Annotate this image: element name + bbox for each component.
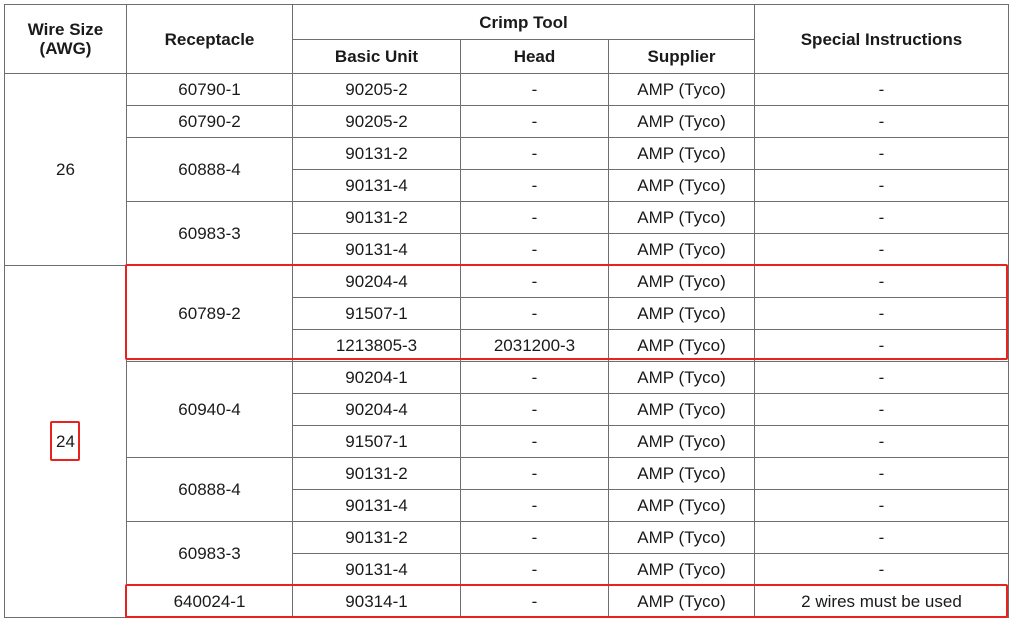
receptacle-cell: 640024-1 — [126, 585, 293, 618]
table-row: 60940-4 90204-1- AMP (Tyco) - — [5, 361, 1009, 458]
table-body: 26 60790-1 90205-2- AMP (Tyco) -60790-2 90205… — [4, 73, 1009, 618]
table-row: 640024-1 90314-1- AMP (Tyco) 2 wires must b… — [5, 585, 1009, 618]
special-instructions-cell: - — [754, 297, 1009, 330]
receptacle-cell: 60790-2 — [126, 105, 293, 138]
basic-unit-cell: 90131-2 — [292, 457, 461, 490]
receptacle-cell: 60940-4 — [126, 361, 293, 458]
supplier-cell: AMP (Tyco) — [608, 361, 755, 394]
receptacle-cell: 60888-4 — [126, 457, 293, 522]
basic-unit-cell: 90131-4 — [292, 489, 461, 522]
table-row: 60983-3 90131-2- AMP (Tyco) - — [5, 521, 1009, 586]
head-cell: - — [460, 201, 609, 234]
receptacle-cell: 60983-3 — [126, 521, 293, 586]
receptacle-cell: 60789-2 — [126, 265, 293, 362]
basic-unit-cell: 90204-4 — [292, 265, 461, 298]
special-instructions-cell: - — [754, 393, 1009, 426]
basic-unit-cell: 91507-1 — [292, 297, 461, 330]
special-instructions-cell: - — [754, 105, 1009, 138]
head-cell: - — [460, 425, 609, 458]
special-instructions-cell: - — [754, 265, 1009, 298]
head-cell: - — [460, 361, 609, 394]
basic-unit-cell: 90204-1 — [292, 361, 461, 394]
supplier-cell: AMP (Tyco) — [608, 297, 755, 330]
special-instructions-cell: - — [754, 457, 1009, 490]
head-cell: - — [460, 393, 609, 426]
head-cell: - — [460, 137, 609, 170]
table-row: 60983-3 90131-2- AMP (Tyco) - — [5, 201, 1009, 266]
supplier-cell: AMP (Tyco) — [608, 393, 755, 426]
special-instructions-cell: - — [754, 361, 1009, 394]
supplier-cell: AMP (Tyco) — [608, 521, 755, 554]
supplier-cell: AMP (Tyco) — [608, 489, 755, 522]
supplier-cell: AMP (Tyco) — [608, 169, 755, 202]
table-row: 60790-2 90205-2- AMP (Tyco) - — [5, 105, 1009, 138]
supplier-cell: AMP (Tyco) — [608, 425, 755, 458]
head-cell: - — [460, 553, 609, 586]
table-row: 24 60789-2 90204-4- AMP (Tyco) - — [4, 265, 1009, 618]
basic-unit-cell: 90131-2 — [292, 137, 461, 170]
head-cell: - — [460, 521, 609, 554]
receptacle-cell: 60983-3 — [126, 201, 293, 266]
wire-size-cell: 24 — [4, 265, 127, 618]
basic-unit-cell: 1213805-3 — [292, 329, 461, 362]
head-cell: - — [460, 265, 609, 298]
head-cell: 2031200-3 — [460, 329, 609, 362]
head-cell: - — [460, 169, 609, 202]
receptacle-header: Receptacle — [126, 4, 293, 74]
receptacle-cell: 60888-4 — [126, 137, 293, 202]
supplier-cell: AMP (Tyco) — [608, 265, 755, 298]
supplier-cell: AMP (Tyco) — [608, 457, 755, 490]
special-instructions-cell: - — [754, 137, 1009, 170]
special-instructions-cell: - — [754, 489, 1009, 522]
special-instructions-cell: - — [754, 425, 1009, 458]
supplier-cell: AMP (Tyco) — [608, 105, 755, 138]
special-instructions-cell: - — [754, 73, 1009, 106]
special-instructions-cell: 2 wires must be used — [754, 585, 1009, 618]
head-cell: - — [460, 489, 609, 522]
special-instructions-cell: - — [754, 169, 1009, 202]
supplier-cell: AMP (Tyco) — [608, 553, 755, 586]
special-instructions-cell: - — [754, 329, 1009, 362]
table-row: 60888-4 90131-2- AMP (Tyco) - — [5, 137, 1009, 202]
basic-unit-cell: 90131-2 — [292, 201, 461, 234]
head-cell: - — [460, 105, 609, 138]
wire-size-header: Wire Size (AWG) — [4, 4, 127, 74]
table-row: 26 60790-1 90205-2- AMP (Tyco) - — [4, 73, 1009, 266]
supplier-cell: AMP (Tyco) — [608, 137, 755, 170]
basic-unit-cell: 90205-2 — [292, 105, 461, 138]
basic-unit-cell: 90205-2 — [292, 73, 461, 106]
crimp-tool-table: Wire Size (AWG) Receptacle Crimp Tool Sp… — [4, 4, 1009, 618]
special-instructions-cell: - — [754, 201, 1009, 234]
basic-unit-cell: 90204-4 — [292, 393, 461, 426]
wire-size-cell: 26 — [4, 73, 127, 266]
special-instructions-cell: - — [754, 521, 1009, 554]
head-cell: - — [460, 233, 609, 266]
head-cell: - — [460, 73, 609, 106]
special-instructions-header: Special Instructions — [754, 4, 1009, 74]
basic-unit-cell: 90314-1 — [292, 585, 461, 618]
head-header: Head — [460, 39, 609, 74]
head-cell: - — [460, 585, 609, 618]
supplier-cell: AMP (Tyco) — [608, 201, 755, 234]
receptacle-cell: 60790-1 — [126, 73, 293, 106]
special-instructions-cell: - — [754, 553, 1009, 586]
head-cell: - — [460, 297, 609, 330]
basic-unit-cell: 90131-2 — [292, 521, 461, 554]
basic-unit-header: Basic Unit — [292, 39, 461, 74]
supplier-cell: AMP (Tyco) — [608, 233, 755, 266]
supplier-cell: AMP (Tyco) — [608, 585, 755, 618]
table-row: 60888-4 90131-2- AMP (Tyco) - — [5, 457, 1009, 522]
supplier-cell: AMP (Tyco) — [608, 73, 755, 106]
crimp-tool-header: Crimp Tool — [292, 4, 755, 40]
supplier-cell: AMP (Tyco) — [608, 329, 755, 362]
basic-unit-cell: 90131-4 — [292, 233, 461, 266]
basic-unit-cell: 90131-4 — [292, 553, 461, 586]
special-instructions-cell: - — [754, 233, 1009, 266]
head-cell: - — [460, 457, 609, 490]
basic-unit-cell: 90131-4 — [292, 169, 461, 202]
supplier-header: Supplier — [608, 39, 755, 74]
basic-unit-cell: 91507-1 — [292, 425, 461, 458]
